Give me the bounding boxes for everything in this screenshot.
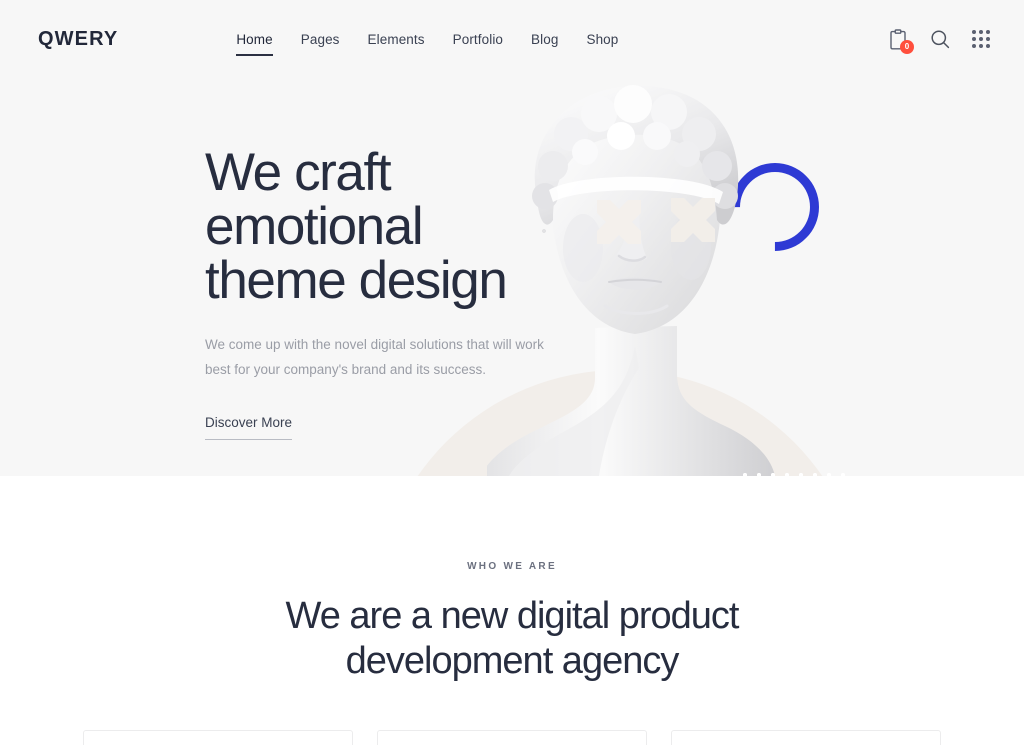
section-title: We are a new digital product development… (0, 594, 1024, 684)
grid-menu-icon[interactable] (972, 30, 990, 48)
nav-item-home[interactable]: Home (222, 28, 286, 56)
cart-clipboard-icon[interactable]: 0 (889, 28, 914, 54)
nav-item-blog[interactable]: Blog (517, 28, 572, 51)
feature-card[interactable] (671, 729, 941, 745)
feature-card[interactable] (377, 729, 647, 745)
hero-subtitle: We come up with the novel digital soluti… (205, 337, 544, 378)
site-header: QWERY Home Pages Elements Portfolio Blog… (0, 0, 1024, 78)
who-we-are-section: WHO WE ARE We are a new digital product … (0, 476, 1024, 745)
section-title-line-1: We are a new digital product (285, 595, 740, 637)
nav-item-shop[interactable]: Shop (572, 28, 632, 51)
header-actions: 0 (889, 28, 990, 54)
hero-title-line-2: theme design (205, 251, 508, 311)
feature-cards (0, 729, 1024, 745)
nav-item-portfolio[interactable]: Portfolio (439, 28, 517, 51)
hero-title-line-1: We craft emotional (205, 143, 424, 257)
discover-more-link[interactable]: Discover More (205, 415, 293, 441)
search-icon[interactable] (930, 29, 950, 49)
main-navigation: Home Pages Elements Portfolio Blog Shop (222, 28, 632, 56)
hero-title: We craft emotional theme design (205, 143, 560, 311)
feature-card[interactable] (83, 729, 353, 745)
site-logo[interactable]: QWERY (38, 28, 118, 51)
nav-item-elements[interactable]: Elements (354, 28, 439, 51)
nav-item-pages[interactable]: Pages (287, 28, 354, 51)
hero-content: We craft emotional theme design We come … (0, 78, 560, 476)
section-eyebrow: WHO WE ARE (467, 561, 557, 572)
section-title-line-2: development agency (345, 639, 680, 682)
hero-section: We craft emotional theme design We come … (0, 78, 1024, 476)
cart-badge-count: 0 (900, 39, 914, 54)
